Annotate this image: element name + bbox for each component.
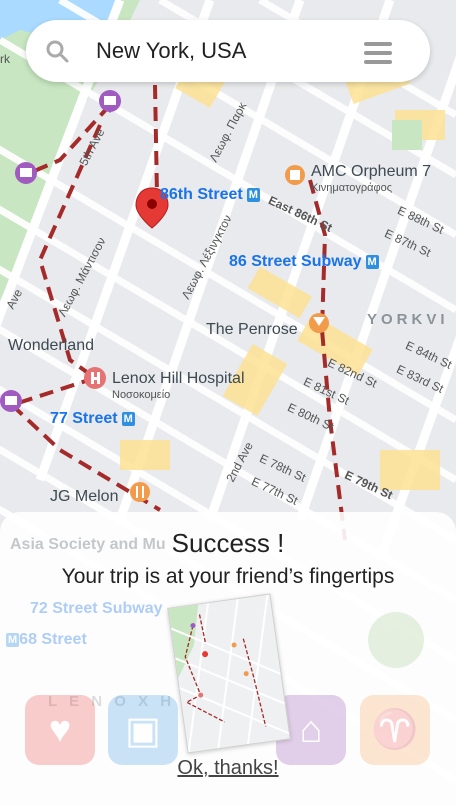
label-86-subway: 86 Street Subway M <box>229 253 379 270</box>
menu-icon[interactable] <box>364 42 392 64</box>
poi-bar <box>309 313 329 333</box>
label-penrose: The Penrose <box>206 321 298 338</box>
poi-museum-2 <box>15 162 37 184</box>
label-jg-melon: JG Melon <box>50 488 119 505</box>
poi-hospital <box>84 367 106 389</box>
label-lenox-sub: Νοσοκομείο <box>112 389 171 401</box>
search-icon[interactable] <box>44 38 70 64</box>
label-68-street: M 68 Street <box>6 631 87 648</box>
search-bar[interactable]: New York, USA <box>26 20 430 82</box>
label-77-street: 77 Street M <box>50 410 135 427</box>
label-rk: rk <box>0 52 10 66</box>
wine-glasses-icon: ♈ <box>360 695 430 765</box>
label-yorkville: YORKVI <box>367 311 449 328</box>
label-86-street: 86th Street M <box>160 186 260 203</box>
tram-icon: ▣ <box>108 695 178 765</box>
label-amc: AMC Orpheum 7 <box>311 163 432 180</box>
label-72-street: 72 Street Subway <box>30 600 163 617</box>
heart-pulse-icon: ♥ <box>25 695 95 765</box>
ok-thanks-link[interactable]: Ok, thanks! <box>0 757 456 780</box>
success-title: Success ! <box>171 528 285 558</box>
label-lenox-hospital: Lenox Hill Hospital <box>112 370 245 387</box>
poi-restaurant <box>130 482 150 502</box>
label-amc-sub: Κινηματογράφος <box>311 182 393 194</box>
poi-museum-3 <box>0 390 22 412</box>
more-options-button[interactable] <box>368 612 424 668</box>
label-wonderland: Wonderland <box>8 337 94 354</box>
poi-cinema <box>285 165 305 185</box>
map-thumbnail <box>167 593 291 754</box>
search-input[interactable]: New York, USA <box>96 38 246 64</box>
success-subtitle: Your trip is at your friend’s fingertips <box>61 565 395 588</box>
